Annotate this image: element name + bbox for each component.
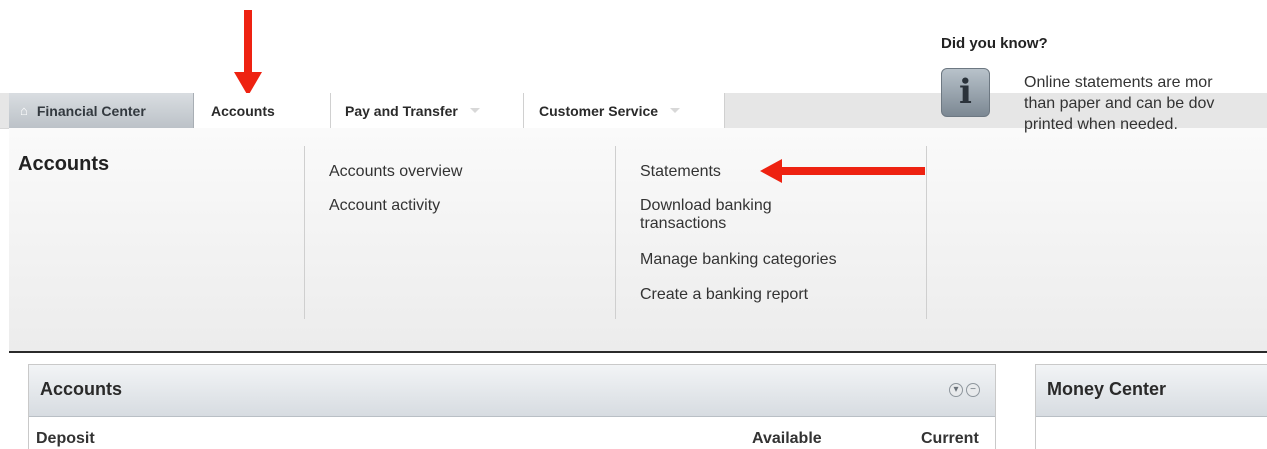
panel-header: Accounts ▾ −	[29, 365, 995, 417]
tab-label: Financial Center	[36, 102, 146, 119]
divider	[926, 146, 927, 319]
link-statements[interactable]: Statements	[640, 163, 721, 181]
info-icon: i	[941, 68, 990, 117]
text-line: printed when needed.	[1024, 116, 1178, 133]
section-deposit: Deposit	[36, 430, 95, 447]
panel-header: Money Center	[1036, 365, 1267, 417]
money-center-panel: Money Center	[1035, 364, 1267, 449]
link-download-banking-transactions[interactable]: Download banking transactions	[640, 197, 772, 233]
panel-title: Money Center	[1047, 379, 1167, 399]
divider	[615, 146, 616, 319]
text-line: than paper and can be dov	[1024, 95, 1215, 112]
chevron-down-icon	[670, 108, 681, 113]
menu-title: Accounts	[18, 153, 110, 175]
tab-financial-center[interactable]: ⌂ Financial Center	[9, 93, 194, 128]
link-account-activity[interactable]: Account activity	[329, 197, 440, 215]
column-available: Available	[752, 430, 822, 447]
divider	[304, 146, 305, 319]
panel-title: Accounts	[40, 379, 123, 399]
did-you-know-text: Online statements are mor than paper and…	[1024, 72, 1258, 135]
link-line: Download banking	[640, 197, 772, 214]
link-manage-banking-categories[interactable]: Manage banking categories	[640, 251, 837, 269]
accounts-panel: Accounts ▾ −	[28, 364, 996, 449]
column-current: Current	[921, 430, 979, 447]
did-you-know-title: Did you know?	[941, 35, 1048, 52]
expand-icon[interactable]: ▾	[949, 383, 963, 397]
tab-accounts[interactable]: Accounts	[194, 93, 330, 129]
tab-customer-service[interactable]: Customer Service	[523, 93, 725, 128]
annotation-arrow-down	[234, 10, 262, 96]
tab-pay-and-transfer[interactable]: Pay and Transfer	[330, 93, 523, 128]
link-accounts-overview[interactable]: Accounts overview	[329, 163, 462, 181]
text-line: Online statements are mor	[1024, 74, 1213, 91]
tab-label: Pay and Transfer	[345, 102, 458, 119]
accounts-mega-menu: Accounts Accounts overview Account activ…	[9, 128, 1267, 353]
link-line: transactions	[640, 215, 727, 232]
link-create-banking-report[interactable]: Create a banking report	[640, 286, 808, 304]
chevron-down-icon	[469, 108, 480, 113]
collapse-icon[interactable]: −	[966, 383, 980, 397]
home-icon: ⌂	[20, 103, 28, 118]
tab-label: Accounts	[211, 103, 275, 119]
annotation-arrow-left	[760, 159, 925, 183]
tab-label: Customer Service	[539, 102, 659, 119]
